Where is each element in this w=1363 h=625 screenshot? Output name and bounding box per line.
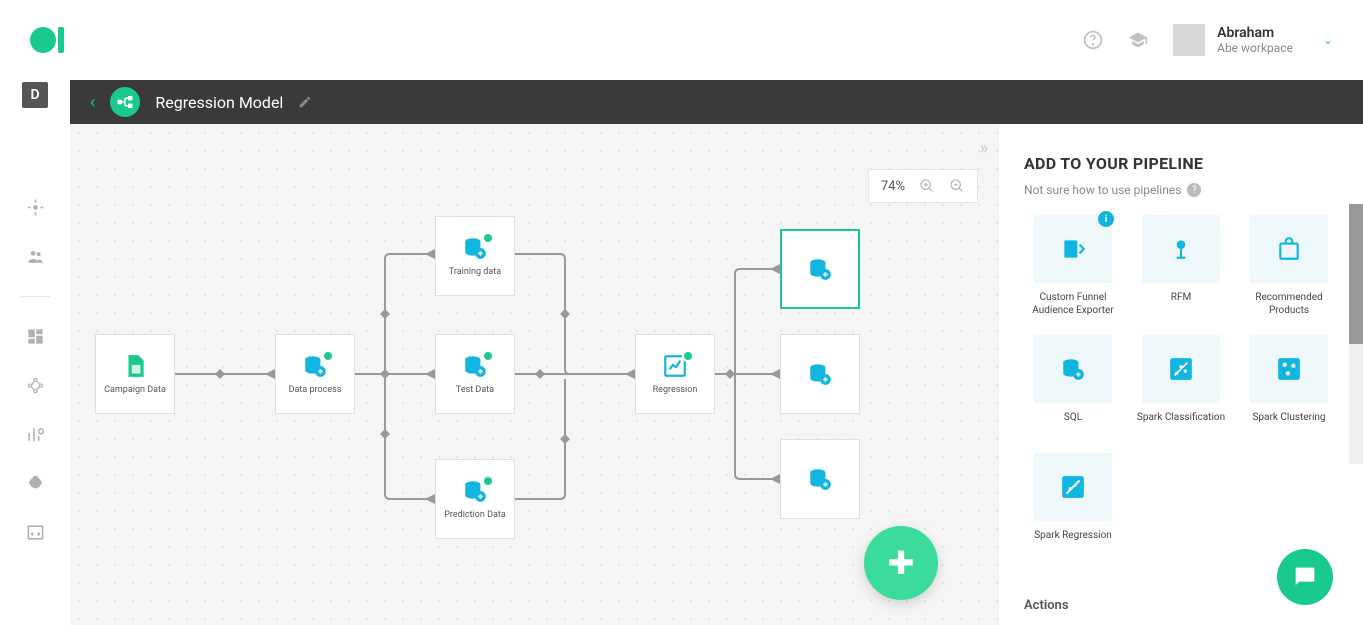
node-label: Campaign Data	[100, 385, 170, 395]
logo-bar-icon	[58, 27, 64, 53]
node-prediction-data[interactable]: Prediction Data	[435, 459, 515, 539]
pipeline-icon	[110, 87, 140, 117]
actions-header: Actions	[1024, 598, 1069, 613]
panel-subtitle: Not sure how to use pipelines	[1024, 183, 1181, 197]
user-name: Abraham	[1217, 25, 1293, 41]
tile-recommended[interactable]: Recommended Products	[1240, 215, 1338, 317]
logo-circle-icon	[30, 27, 56, 53]
tile-custom-funnel[interactable]: i Custom Funnel Audience Exporter	[1024, 215, 1122, 317]
tile-label: Spark Regression	[1034, 529, 1112, 553]
back-icon[interactable]: ‹	[90, 92, 95, 113]
database-icon	[462, 235, 488, 261]
node-training-data[interactable]: Training data	[435, 216, 515, 296]
main: D ‹ Regression Model » 74%	[0, 80, 1363, 625]
tile-spark-clustering[interactable]: Spark Clustering	[1240, 335, 1338, 435]
topbar-right: Abraham Abe workpace ⌄	[1083, 24, 1333, 56]
scrollbar-thumb[interactable]	[1349, 204, 1363, 344]
file-icon	[122, 353, 148, 379]
pin-icon	[1168, 236, 1194, 262]
scatter-icon	[1168, 356, 1194, 382]
tile-label: Recommended Products	[1240, 291, 1338, 317]
node-label: Data process	[285, 385, 346, 395]
zoom-out-icon[interactable]	[949, 178, 965, 194]
node-output-3[interactable]	[780, 439, 860, 519]
chat-button[interactable]	[1277, 549, 1333, 605]
database-icon	[807, 466, 833, 492]
tile-label: Spark Clustering	[1252, 411, 1325, 435]
page-title: Regression Model	[155, 93, 283, 112]
node-label: Test Data	[452, 385, 498, 395]
edit-icon[interactable]	[298, 95, 312, 109]
panel-scrollbar[interactable]	[1349, 204, 1363, 464]
tile-label: RFM	[1171, 291, 1191, 315]
sidenav-item-code[interactable]	[26, 523, 45, 542]
graduation-icon[interactable]	[1128, 30, 1148, 50]
canvas[interactable]: » 74%	[70, 124, 998, 625]
node-output-2[interactable]	[780, 334, 860, 414]
sidenav-item-dashboard[interactable]	[26, 327, 45, 346]
breadcrumb-bar: ‹ Regression Model	[70, 80, 1363, 124]
panel-subtitle-row: Not sure how to use pipelines ?	[1024, 183, 1338, 197]
zoom-in-icon[interactable]	[919, 178, 935, 194]
sidenav-item-users[interactable]	[26, 247, 45, 266]
database-icon	[302, 353, 328, 379]
chart-icon	[662, 353, 688, 379]
regression-icon	[1060, 474, 1086, 500]
workspace: » 74%	[70, 124, 1363, 625]
chat-icon	[1291, 563, 1319, 591]
bag-icon	[1276, 236, 1302, 262]
database-icon	[462, 478, 488, 504]
help-icon[interactable]	[1083, 30, 1103, 50]
sidenav-item-analytics[interactable]	[26, 425, 45, 444]
panel-collapse-icon[interactable]: »	[980, 138, 988, 159]
user-menu[interactable]: Abraham Abe workpace ⌄	[1173, 24, 1333, 56]
database-icon	[462, 353, 488, 379]
node-test-data[interactable]: Test Data	[435, 334, 515, 414]
tile-spark-classification[interactable]: Spark Classification	[1132, 335, 1230, 435]
database-icon	[807, 256, 833, 282]
node-label: Training data	[445, 267, 505, 277]
export-icon	[1060, 236, 1086, 262]
content: ‹ Regression Model » 74%	[70, 80, 1363, 625]
cluster-icon	[1276, 356, 1302, 382]
node-data-process[interactable]: Data process	[275, 334, 355, 414]
sidenav-item-target[interactable]	[26, 198, 45, 217]
tile-grid: i Custom Funnel Audience Exporter RFM Re…	[1024, 215, 1338, 553]
zoom-controls: 74%	[868, 169, 978, 203]
panel-title: ADD TO YOUR PIPELINE	[1024, 154, 1338, 173]
tile-label: Spark Classification	[1137, 411, 1225, 435]
node-output-1[interactable]	[780, 229, 860, 309]
tile-sql[interactable]: SQL	[1024, 335, 1122, 435]
tile-spark-regression[interactable]: Spark Regression	[1024, 453, 1122, 553]
help-icon[interactable]: ?	[1187, 183, 1201, 197]
avatar-icon	[1173, 24, 1205, 56]
chevron-down-icon: ⌄	[1323, 33, 1333, 47]
sidenav-item-graph[interactable]	[26, 376, 45, 395]
tile-rfm[interactable]: RFM	[1132, 215, 1230, 317]
app-logo[interactable]	[30, 27, 64, 53]
zoom-level: 74%	[881, 179, 905, 194]
side-nav: D	[0, 80, 70, 625]
node-label: Regression	[649, 385, 702, 395]
top-bar: Abraham Abe workpace ⌄	[0, 0, 1363, 80]
node-label: Prediction Data	[440, 510, 510, 520]
database-icon	[1060, 356, 1086, 382]
node-campaign-data[interactable]: Campaign Data	[95, 334, 175, 414]
add-node-button[interactable]: ✚	[864, 526, 938, 600]
tile-label: Custom Funnel Audience Exporter	[1024, 291, 1122, 317]
info-icon[interactable]: i	[1098, 211, 1114, 227]
sidenav-item-brain[interactable]	[26, 474, 45, 493]
user-workspace: Abe workpace	[1217, 41, 1293, 55]
node-regression[interactable]: Regression	[635, 334, 715, 414]
tile-label: SQL	[1064, 411, 1082, 435]
sidenav-item-active[interactable]: D	[22, 82, 48, 108]
user-text: Abraham Abe workpace	[1217, 25, 1293, 55]
database-icon	[807, 361, 833, 387]
